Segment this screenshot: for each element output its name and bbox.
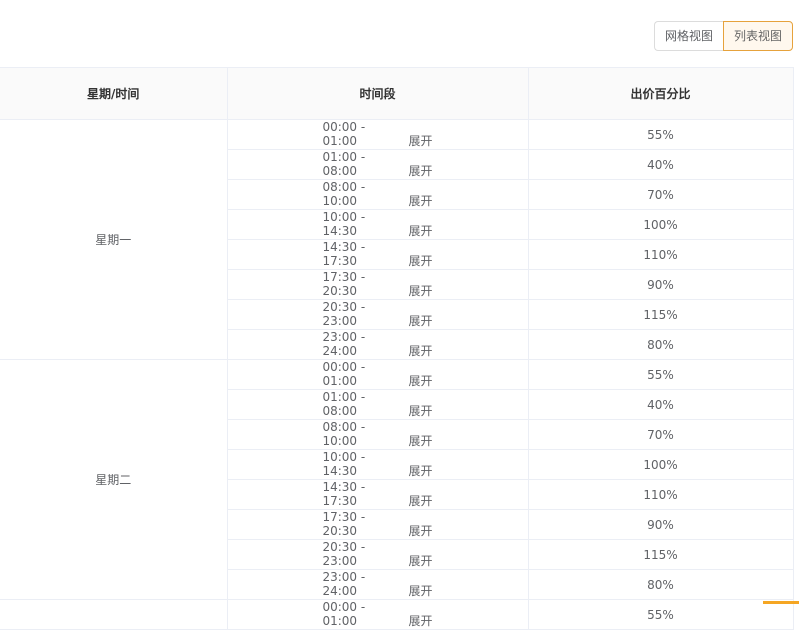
time-range: 23:00 - 24:00 [322, 570, 366, 598]
time-period-cell: 08:00 - 10:00 展开 [227, 419, 529, 450]
list-view-button[interactable]: 列表视图 [723, 21, 793, 51]
time-range: 17:30 - 20:30 [322, 510, 366, 538]
expand-link[interactable]: 展开 [408, 342, 432, 359]
time-period-cell: 10:00 - 14:30 展开 [227, 209, 529, 240]
time-period-cell: 00:00 - 01:00 展开 [227, 359, 529, 390]
bid-percent-cell: 100% [528, 209, 794, 240]
time-period-cell: 20:30 - 23:00 展开 [227, 539, 529, 570]
schedule-table-container: 星期/时间 时间段 出价百分比 星期一 00:00 - 01:00 展开 55% 01:… [0, 67, 794, 630]
expand-link[interactable]: 展开 [408, 162, 432, 179]
expand-link[interactable]: 展开 [408, 282, 432, 299]
day-cell: 星期二 [0, 359, 228, 600]
table-header: 星期/时间 时间段 出价百分比 [0, 67, 794, 120]
bid-percent-cell: 90% [528, 269, 794, 300]
time-range: 20:30 - 23:00 [322, 540, 366, 568]
table-body: 星期一 00:00 - 01:00 展开 55% 01:00 - 08:00 展开 40% 0… [0, 119, 794, 630]
view-toggle: 网格视图 列表视图 [654, 21, 793, 51]
time-range: 08:00 - 10:00 [322, 420, 366, 448]
table-row: 星期一 00:00 - 01:00 展开 55% [0, 119, 794, 360]
bid-percent-cell: 80% [528, 569, 794, 600]
expand-link[interactable]: 展开 [408, 462, 432, 479]
expand-link[interactable]: 展开 [408, 552, 432, 569]
bid-percent-cell: 55% [528, 119, 794, 150]
bid-percent-cell: 110% [528, 479, 794, 510]
table-row: 星期二 00:00 - 01:00 展开 55% [0, 359, 794, 600]
header-bid-percent: 出价百分比 [528, 67, 794, 120]
bid-percent-cell: 40% [528, 149, 794, 180]
time-range: 17:30 - 20:30 [322, 270, 366, 298]
bid-percent-cell: 55% [528, 359, 794, 390]
time-period-cell: 01:00 - 08:00 展开 [227, 149, 529, 180]
grid-view-button[interactable]: 网格视图 [654, 21, 723, 51]
time-period-cell: 01:00 - 08:00 展开 [227, 389, 529, 420]
time-period-cell: 17:30 - 20:30 展开 [227, 269, 529, 300]
expand-link[interactable]: 展开 [408, 402, 432, 419]
bid-percent-cell: 80% [528, 329, 794, 360]
bid-percent-cell: 110% [528, 239, 794, 270]
bid-percent-cell: 70% [528, 179, 794, 210]
day-cell [0, 599, 228, 630]
bid-percent-cell: 55% [528, 599, 794, 630]
expand-link[interactable]: 展开 [408, 492, 432, 509]
bid-percent-cell: 90% [528, 509, 794, 540]
time-period-cell: 08:00 - 10:00 展开 [227, 179, 529, 210]
time-range: 23:00 - 24:00 [322, 330, 366, 358]
expand-link[interactable]: 展开 [408, 222, 432, 239]
expand-link[interactable]: 展开 [408, 522, 432, 539]
expand-link[interactable]: 展开 [408, 192, 432, 209]
bid-percent-cell: 70% [528, 419, 794, 450]
bid-percent-cell: 115% [528, 299, 794, 330]
time-period-cell: 14:30 - 17:30 展开 [227, 239, 529, 270]
time-period-cell: 23:00 - 24:00 展开 [227, 329, 529, 360]
time-period-cell: 17:30 - 20:30 展开 [227, 509, 529, 540]
day-cell: 星期一 [0, 119, 228, 360]
expand-link[interactable]: 展开 [408, 582, 432, 599]
time-range: 20:30 - 23:00 [322, 300, 366, 328]
time-range: 08:00 - 10:00 [322, 180, 366, 208]
expand-link[interactable]: 展开 [408, 312, 432, 329]
time-period-cell: 23:00 - 24:00 展开 [227, 569, 529, 600]
header-day-time: 星期/时间 [0, 67, 228, 120]
schedule-table: 星期/时间 时间段 出价百分比 星期一 00:00 - 01:00 展开 55% 01:… [0, 67, 794, 630]
time-period-cell: 00:00 - 01:00 展开 [227, 119, 529, 150]
expand-link[interactable]: 展开 [408, 612, 432, 629]
time-range: 00:00 - 01:00 [322, 360, 366, 388]
time-range: 00:00 - 01:00 [322, 600, 366, 628]
expand-link[interactable]: 展开 [408, 252, 432, 269]
time-period-cell: 14:30 - 17:30 展开 [227, 479, 529, 510]
time-range: 10:00 - 14:30 [322, 210, 366, 238]
time-period-cell: 10:00 - 14:30 展开 [227, 449, 529, 480]
expand-link[interactable]: 展开 [408, 132, 432, 149]
bid-percent-cell: 100% [528, 449, 794, 480]
time-period-cell: 20:30 - 23:00 展开 [227, 299, 529, 330]
time-range: 01:00 - 08:00 [322, 390, 366, 418]
time-period-cell: 00:00 - 01:00 展开 [227, 599, 529, 630]
header-time-period: 时间段 [227, 67, 529, 120]
time-range: 14:30 - 17:30 [322, 240, 366, 268]
bid-percent-cell: 40% [528, 389, 794, 420]
expand-link[interactable]: 展开 [408, 372, 432, 389]
time-range: 10:00 - 14:30 [322, 450, 366, 478]
time-range: 14:30 - 17:30 [322, 480, 366, 508]
expand-link[interactable]: 展开 [408, 432, 432, 449]
time-range: 01:00 - 08:00 [322, 150, 366, 178]
table-row: 00:00 - 01:00 展开 55% [0, 599, 794, 630]
bid-percent-cell: 115% [528, 539, 794, 570]
time-range: 00:00 - 01:00 [322, 120, 366, 148]
